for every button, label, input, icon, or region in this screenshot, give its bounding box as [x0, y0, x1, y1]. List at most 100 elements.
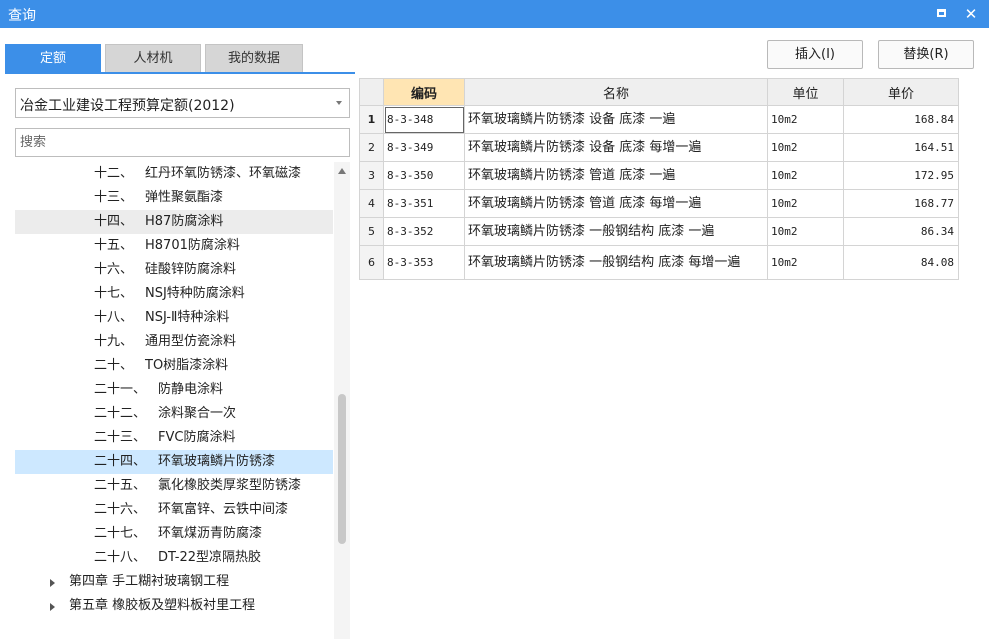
- tree-item[interactable]: 二十四、 环氧玻璃鳞片防锈漆: [15, 450, 333, 474]
- tree-item[interactable]: 十八、 NSJ-Ⅱ特种涂料: [15, 306, 333, 330]
- tree-item-label: FVC防腐涂料: [158, 430, 236, 445]
- restore-icon[interactable]: [930, 4, 952, 24]
- tree-item-label: H8701防腐涂料: [145, 238, 240, 253]
- tab-labor-material-machine[interactable]: 人材机: [105, 44, 201, 72]
- tree-item[interactable]: 十六、 硅酸锌防腐涂料: [15, 258, 333, 282]
- tree-item-number: 十八、: [94, 310, 134, 325]
- expand-arrow-icon[interactable]: [50, 579, 55, 587]
- tree-item[interactable]: 二十七、 环氧煤沥青防腐漆: [15, 522, 333, 546]
- tree-item-label: 环氧富锌、云铁中间漆: [158, 502, 289, 517]
- tab-my-data[interactable]: 我的数据: [205, 44, 303, 72]
- cell-price[interactable]: 86.34: [843, 217, 959, 246]
- expand-arrow-icon[interactable]: [50, 603, 55, 611]
- cell-price[interactable]: 84.08: [843, 245, 959, 280]
- tree-item[interactable]: 十五、 H8701防腐涂料: [15, 234, 333, 258]
- tree-item-label: 环氧玻璃鳞片防锈漆: [158, 454, 276, 469]
- results-grid: 编码 名称 单位 单价 1 8-3-348 环氧玻璃鳞片防锈漆 设备 底漆 一遍 10…: [359, 78, 959, 280]
- table-row[interactable]: 2 8-3-349 环氧玻璃鳞片防锈漆 设备 底漆 每增一遍 10m2 164.51: [359, 133, 959, 162]
- query-dialog-body: 定额 人材机 我的数据 插入(I) 替换(R) 冶金工业建设工程预算定额(201…: [0, 28, 989, 639]
- tree-item[interactable]: 二十八、 DT-22型凉隔热胶: [15, 546, 333, 570]
- scroll-up-icon[interactable]: [338, 168, 346, 174]
- tree-item-number: 十七、: [94, 286, 134, 301]
- column-header-unit[interactable]: 单位: [767, 78, 844, 106]
- tree-item[interactable]: 十二、 红丹环氧防锈漆、环氧磁漆: [15, 162, 333, 186]
- column-header-price[interactable]: 单价: [843, 78, 959, 106]
- cell-code[interactable]: 8-3-348: [383, 105, 465, 134]
- tree-item[interactable]: 二十五、 氯化橡胶类厚浆型防锈漆: [15, 474, 333, 498]
- tree-item[interactable]: 二十、 TO树脂漆涂料: [15, 354, 333, 378]
- tree-item[interactable]: 十九、 通用型仿瓷涂料: [15, 330, 333, 354]
- cell-name[interactable]: 环氧玻璃鳞片防锈漆 一般钢结构 底漆 每增一遍: [464, 245, 768, 280]
- tree-item-label: DT-22型凉隔热胶: [158, 550, 261, 565]
- replace-button[interactable]: 替换(R): [878, 40, 974, 69]
- cell-code[interactable]: 8-3-350: [383, 161, 465, 190]
- cell-price[interactable]: 172.95: [843, 161, 959, 190]
- library-select[interactable]: 冶金工业建设工程预算定额(2012): [15, 88, 350, 118]
- tree-chapter[interactable]: 第四章 手工糊衬玻璃钢工程: [15, 570, 333, 594]
- tree-item-number: 十二、: [94, 166, 134, 181]
- tree-item-number: 十九、: [94, 334, 134, 349]
- insert-button[interactable]: 插入(I): [767, 40, 863, 69]
- tree-item-label: NSJ-Ⅱ特种涂料: [145, 310, 230, 325]
- tree-item[interactable]: 二十六、 环氧富锌、云铁中间漆: [15, 498, 333, 522]
- tree-item[interactable]: 十七、 NSJ特种防腐涂料: [15, 282, 333, 306]
- row-number: 3: [359, 161, 384, 190]
- cell-code[interactable]: 8-3-353: [383, 245, 465, 280]
- cell-name[interactable]: 环氧玻璃鳞片防锈漆 一般钢结构 底漆 一遍: [464, 217, 768, 246]
- close-icon[interactable]: ✕: [960, 4, 982, 24]
- tab-quota[interactable]: 定额: [5, 44, 101, 72]
- tree-item-label: NSJ特种防腐涂料: [145, 286, 245, 301]
- tree-item-number: 二十八、: [94, 550, 147, 565]
- table-row[interactable]: 1 8-3-348 环氧玻璃鳞片防锈漆 设备 底漆 一遍 10m2 168.84: [359, 105, 959, 134]
- tree-chapter[interactable]: 第五章 橡胶板及塑料板衬里工程: [15, 594, 333, 618]
- cell-price[interactable]: 168.84: [843, 105, 959, 134]
- tree-item-number: 二十二、: [94, 406, 147, 421]
- tree-item[interactable]: 二十三、 FVC防腐涂料: [15, 426, 333, 450]
- cell-name[interactable]: 环氧玻璃鳞片防锈漆 管道 底漆 每增一遍: [464, 189, 768, 218]
- cell-code[interactable]: 8-3-349: [383, 133, 465, 162]
- cell-code[interactable]: 8-3-351: [383, 189, 465, 218]
- tree-item-number: 十四、: [94, 214, 134, 229]
- tree-item[interactable]: 十四、 H87防腐涂料: [15, 210, 333, 234]
- cell-price[interactable]: 164.51: [843, 133, 959, 162]
- column-header-name[interactable]: 名称: [464, 78, 768, 106]
- tree-item[interactable]: 二十二、 涂料聚合一次: [15, 402, 333, 426]
- cell-unit[interactable]: 10m2: [767, 133, 844, 162]
- cell-unit[interactable]: 10m2: [767, 189, 844, 218]
- tree-item-number: 二十四、: [94, 454, 147, 469]
- cell-unit[interactable]: 10m2: [767, 217, 844, 246]
- tree-item-label: H87防腐涂料: [145, 214, 224, 229]
- cell-name[interactable]: 环氧玻璃鳞片防锈漆 设备 底漆 每增一遍: [464, 133, 768, 162]
- cell-unit[interactable]: 10m2: [767, 245, 844, 280]
- tree-item[interactable]: 十三、 弹性聚氨酯漆: [15, 186, 333, 210]
- grid-body: 1 8-3-348 环氧玻璃鳞片防锈漆 设备 底漆 一遍 10m2 168.84 2 8-3…: [359, 105, 959, 280]
- column-header-code[interactable]: 编码: [383, 78, 465, 106]
- table-row[interactable]: 4 8-3-351 环氧玻璃鳞片防锈漆 管道 底漆 每增一遍 10m2 168.77: [359, 189, 959, 218]
- search-input[interactable]: [15, 128, 350, 157]
- table-row[interactable]: 5 8-3-352 环氧玻璃鳞片防锈漆 一般钢结构 底漆 一遍 10m2 86.34: [359, 217, 959, 246]
- window-title: 查询: [8, 8, 36, 24]
- tree-item-label: 涂料聚合一次: [158, 406, 237, 421]
- title-bar: 查询 ✕: [0, 0, 989, 28]
- scrollbar-thumb[interactable]: [338, 394, 346, 544]
- grid-header-row: 编码 名称 单位 单价: [359, 78, 959, 106]
- cell-price[interactable]: 168.77: [843, 189, 959, 218]
- row-number: 4: [359, 189, 384, 218]
- cell-unit[interactable]: 10m2: [767, 105, 844, 134]
- cell-code[interactable]: 8-3-352: [383, 217, 465, 246]
- table-row[interactable]: 6 8-3-353 环氧玻璃鳞片防锈漆 一般钢结构 底漆 每增一遍 10m2 84.08: [359, 245, 959, 280]
- cell-unit[interactable]: 10m2: [767, 161, 844, 190]
- tab-underline: [5, 72, 355, 74]
- tree-scrollbar[interactable]: [334, 162, 350, 639]
- tree-item-label: 通用型仿瓷涂料: [145, 334, 237, 349]
- chevron-down-icon[interactable]: [336, 101, 342, 105]
- cell-name[interactable]: 环氧玻璃鳞片防锈漆 管道 底漆 一遍: [464, 161, 768, 190]
- table-row[interactable]: 3 8-3-350 环氧玻璃鳞片防锈漆 管道 底漆 一遍 10m2 172.95: [359, 161, 959, 190]
- tree-item-number: 二十、: [94, 358, 134, 373]
- cell-name[interactable]: 环氧玻璃鳞片防锈漆 设备 底漆 一遍: [464, 105, 768, 134]
- tree-chapter-label: 第四章 手工糊衬玻璃钢工程: [69, 574, 230, 589]
- tree-item-label: TO树脂漆涂料: [145, 358, 229, 373]
- tree-item-number: 二十一、: [94, 382, 147, 397]
- tree-item[interactable]: 二十一、 防静电涂料: [15, 378, 333, 402]
- tree-item-label: 红丹环氧防锈漆、环氧磁漆: [145, 166, 302, 181]
